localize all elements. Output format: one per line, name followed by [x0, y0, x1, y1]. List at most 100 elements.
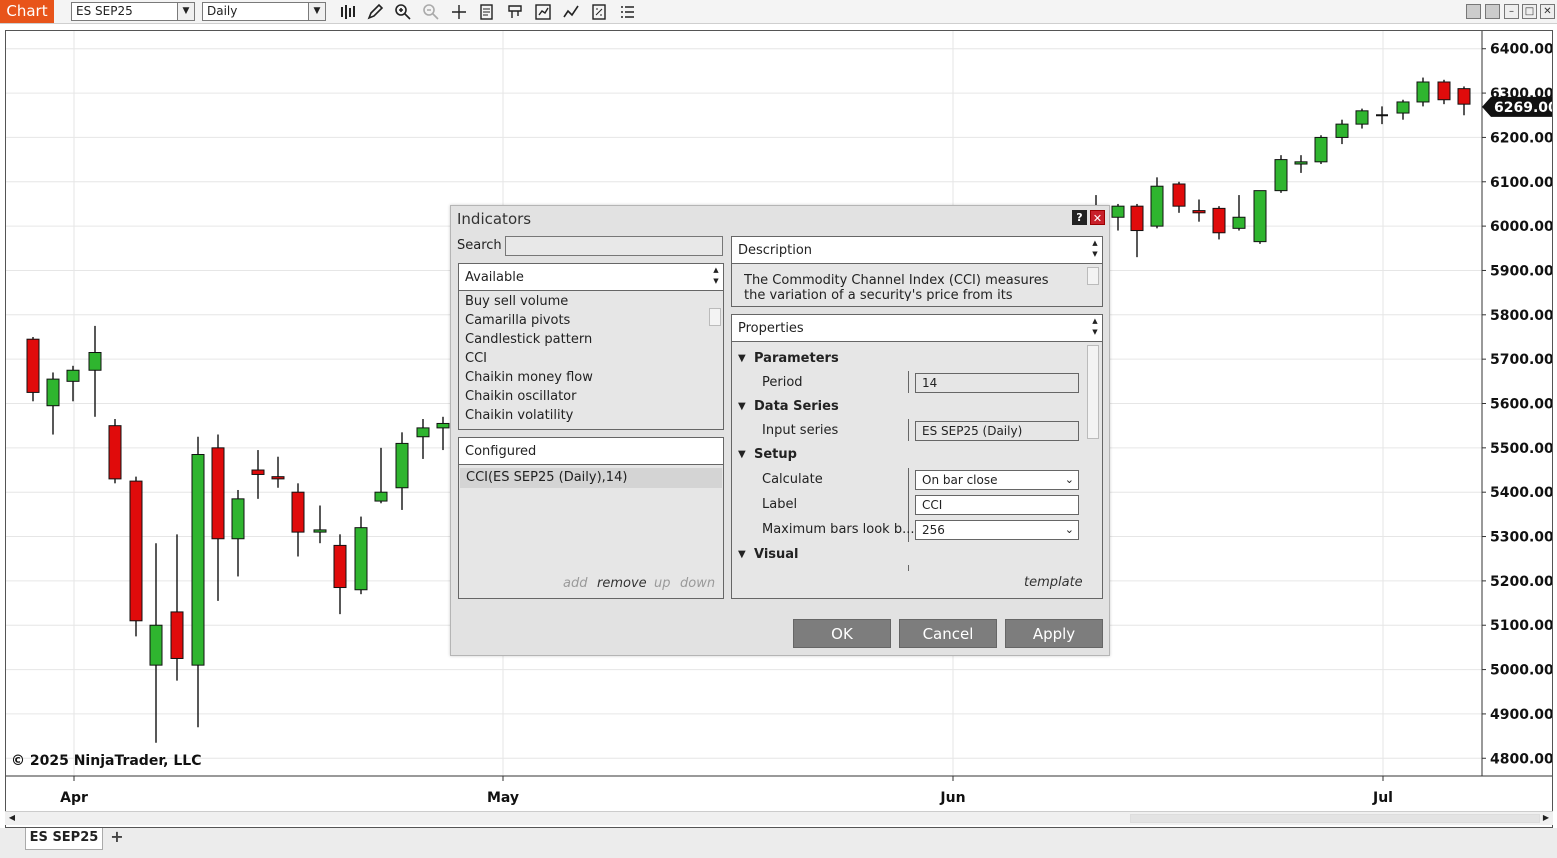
available-sort-icon[interactable]: ▲ ▼	[710, 265, 722, 289]
close-icon[interactable]: ✕	[1090, 210, 1105, 225]
configured-item-cci[interactable]: CCI(ES SEP25 (Daily),14)	[460, 468, 722, 488]
bars-icon[interactable]	[338, 3, 356, 21]
interval-selector[interactable]: Daily ▼	[202, 2, 326, 21]
input-series-field[interactable]: ES SEP25 (Daily)	[915, 421, 1079, 441]
calculate-select[interactable]: On bar close ⌄	[915, 470, 1079, 490]
candle-body[interactable]	[46, 378, 60, 407]
description-collapse-icon[interactable]: ▲ ▼	[1089, 238, 1101, 262]
candle-body[interactable]	[1355, 110, 1369, 125]
candle-body[interactable]	[333, 544, 347, 589]
chevron-down-icon[interactable]: ⌄	[1065, 521, 1074, 539]
candle-body[interactable]	[1274, 159, 1288, 192]
list-item-candlestick-pattern[interactable]: Candlestick pattern	[465, 332, 592, 347]
search-input[interactable]	[505, 236, 723, 256]
candle-body[interactable]	[88, 352, 102, 371]
maximize-icon[interactable]: □	[1522, 4, 1537, 19]
chevron-down-icon[interactable]: ⌄	[1065, 471, 1074, 489]
scrollbar-thumb[interactable]	[1130, 814, 1540, 823]
candle-body[interactable]	[1457, 88, 1471, 105]
candle-body[interactable]	[1396, 101, 1410, 114]
chevron-down-icon[interactable]: ▼	[177, 3, 194, 20]
candle-body[interactable]	[1232, 216, 1246, 229]
candle-body[interactable]	[291, 491, 305, 533]
minimize-icon[interactable]: –	[1504, 4, 1519, 19]
ok-button[interactable]: OK	[793, 619, 891, 648]
properties-icon[interactable]	[478, 3, 496, 21]
max-bars-select[interactable]: 256 ⌄	[915, 520, 1079, 540]
candle-body[interactable]	[1150, 185, 1164, 227]
apply-button[interactable]: Apply	[1005, 619, 1103, 648]
candle-body[interactable]	[1192, 210, 1206, 214]
candle-body[interactable]	[271, 476, 285, 480]
data-box-icon[interactable]	[590, 3, 608, 21]
help-icon[interactable]: ?	[1072, 210, 1087, 225]
candle-body[interactable]	[1172, 183, 1186, 207]
tab-es-sep25[interactable]: ES SEP25	[25, 828, 103, 850]
chart-menu-button[interactable]: Chart	[0, 0, 54, 23]
collapse-triangle-icon[interactable]: ▼	[738, 449, 746, 460]
indicators-icon[interactable]	[534, 3, 552, 21]
draw-pencil-icon[interactable]	[366, 3, 384, 21]
template-link[interactable]: template	[1024, 575, 1083, 590]
candle-body[interactable]	[129, 480, 143, 622]
candle-body[interactable]	[211, 447, 225, 540]
collapse-triangle-icon[interactable]: ▼	[738, 353, 746, 364]
available-scrollbar[interactable]	[709, 308, 721, 326]
add-tab-button[interactable]: +	[107, 828, 127, 848]
candle-body[interactable]	[1130, 205, 1144, 232]
period-input[interactable]: 14	[915, 373, 1079, 393]
horizontal-scrollbar[interactable]: ◀ ▶	[5, 811, 1553, 825]
chevron-down-icon[interactable]: ▼	[308, 3, 325, 20]
window-tile-icon[interactable]	[1466, 4, 1481, 19]
candle-body[interactable]	[1253, 190, 1267, 243]
candle-body[interactable]	[26, 338, 40, 393]
remove-link[interactable]: remove	[597, 576, 647, 591]
candle-body[interactable]	[1294, 161, 1308, 165]
scroll-right-icon[interactable]: ▶	[1541, 812, 1551, 824]
strategy-icon[interactable]	[506, 3, 524, 21]
down-link[interactable]: down	[680, 576, 715, 591]
window-cascade-icon[interactable]	[1485, 4, 1500, 19]
candle-body[interactable]	[108, 425, 122, 480]
candle-body[interactable]	[251, 469, 265, 475]
candle-body[interactable]	[170, 611, 184, 659]
properties-scrollbar[interactable]	[1087, 345, 1099, 439]
candle-body[interactable]	[416, 427, 430, 438]
label-input[interactable]: CCI	[915, 495, 1079, 515]
candle-body[interactable]	[395, 442, 409, 489]
close-icon[interactable]: ✕	[1540, 4, 1555, 19]
zoom-in-icon[interactable]	[394, 3, 412, 21]
scroll-left-icon[interactable]: ◀	[7, 812, 17, 824]
candle-body[interactable]	[1314, 136, 1328, 163]
candle-body[interactable]	[1335, 123, 1349, 138]
add-link[interactable]: add	[563, 576, 587, 591]
properties-collapse-icon[interactable]: ▲ ▼	[1089, 316, 1101, 340]
list-item-chaikin-oscillator[interactable]: Chaikin oscillator	[465, 389, 576, 404]
candle-body[interactable]	[1416, 81, 1430, 103]
candle-body[interactable]	[436, 422, 450, 429]
chart-trader-icon[interactable]	[562, 3, 580, 21]
candle-body[interactable]	[149, 624, 163, 666]
candle-body[interactable]	[1111, 205, 1125, 218]
candle-body[interactable]	[231, 498, 245, 540]
collapse-triangle-icon[interactable]: ▼	[738, 549, 746, 560]
collapse-triangle-icon[interactable]: ▼	[738, 401, 746, 412]
list-item-buy-sell-volume[interactable]: Buy sell volume	[465, 294, 568, 309]
candle-body[interactable]	[1437, 81, 1451, 101]
list-item-chaikin-money-flow[interactable]: Chaikin money flow	[465, 370, 593, 385]
list-item-camarilla-pivots[interactable]: Camarilla pivots	[465, 313, 570, 328]
candle-body[interactable]	[1212, 207, 1226, 234]
description-scrollbar[interactable]	[1087, 267, 1099, 285]
up-link[interactable]: up	[654, 576, 671, 591]
instrument-selector[interactable]: ES SEP25 ▼	[71, 2, 195, 21]
list-item-cci[interactable]: CCI	[465, 351, 487, 366]
crosshair-icon[interactable]	[450, 3, 468, 21]
zoom-out-icon[interactable]	[422, 3, 440, 21]
candle-body[interactable]	[313, 529, 327, 533]
list-icon[interactable]	[618, 3, 636, 21]
candle-body[interactable]	[66, 369, 80, 382]
candle-body[interactable]	[374, 491, 388, 502]
candle-body[interactable]	[191, 453, 205, 666]
candle-body[interactable]	[354, 527, 368, 591]
list-item-chaikin-volatility[interactable]: Chaikin volatility	[465, 408, 573, 423]
